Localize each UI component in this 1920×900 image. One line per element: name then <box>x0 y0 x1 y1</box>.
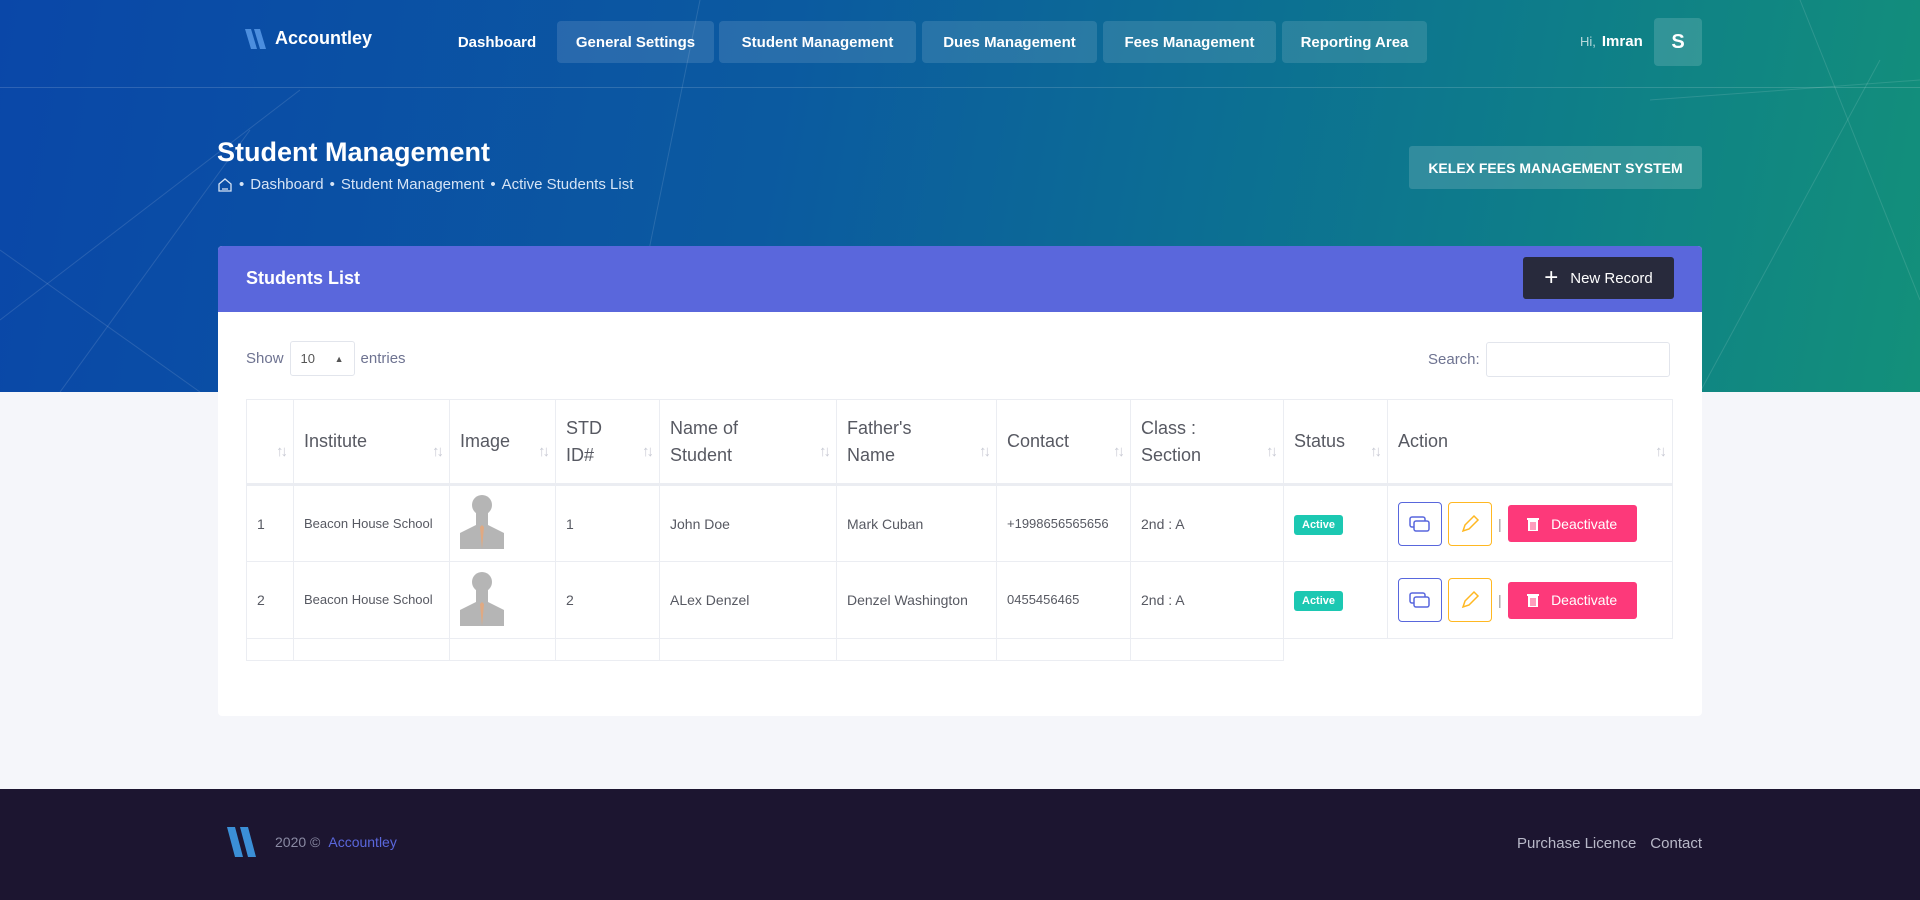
status-badge: Active <box>1294 591 1344 611</box>
edit-button[interactable] <box>1448 578 1492 622</box>
view-button[interactable] <box>1398 578 1442 622</box>
card-title: Students List <box>246 268 361 288</box>
cards-icon <box>1409 592 1430 608</box>
footer-brand-link[interactable]: Accountley <box>328 834 396 850</box>
std-id-cell: 1 <box>555 484 660 562</box>
image-cell <box>449 484 556 562</box>
status-cell: Active <box>1283 561 1388 639</box>
user-avatar[interactable]: S <box>1654 18 1702 66</box>
std-id-cell: 2 <box>555 561 660 639</box>
student-photo <box>460 495 504 549</box>
footer: 2020 © Accountley Purchase Licence Contact <box>0 789 1920 900</box>
student-name-cell: ALex Denzel <box>659 561 837 639</box>
cards-icon <box>1409 515 1430 532</box>
action-cell: | Deactivate <box>1387 484 1673 562</box>
new-record-button[interactable]: + New Record <box>1523 257 1674 299</box>
table-row-empty <box>246 638 1673 661</box>
pencil-icon <box>1461 590 1480 609</box>
col-father[interactable]: Father's Name ↑↓ <box>836 399 997 486</box>
search-area: Search: <box>1428 342 1670 377</box>
col-class[interactable]: Class : Section ↑↓ <box>1130 399 1284 486</box>
students-card: Students List + New Record Show 10 ▲ entri… <box>218 246 1702 716</box>
student-name-cell: John Doe <box>659 484 837 562</box>
image-cell <box>449 561 556 639</box>
contact-cell: 0455456465 <box>996 561 1131 639</box>
col-index[interactable]: ↑↓ <box>246 399 294 486</box>
col-image[interactable]: Image ↑↓ <box>449 399 556 486</box>
trash-icon <box>1527 594 1540 607</box>
system-name-button[interactable]: KELEX FEES MANAGEMENT SYSTEM <box>1409 146 1702 189</box>
breadcrumb-student-management[interactable]: Student Management <box>341 176 484 193</box>
status-cell: Active <box>1283 484 1388 562</box>
view-button[interactable] <box>1398 501 1442 546</box>
nav-dues-management[interactable]: Dues Management <box>922 21 1097 63</box>
footer-logo-icon <box>227 827 256 857</box>
edit-button[interactable] <box>1448 501 1492 546</box>
class-cell: 2nd : A <box>1130 561 1284 639</box>
col-action[interactable]: Action ↑↓ <box>1387 399 1673 486</box>
trash-icon <box>1527 517 1540 531</box>
brand-logo[interactable]: Accountley <box>245 28 372 49</box>
pencil-icon <box>1461 514 1480 532</box>
students-table: ↑↓ Institute ↑↓ Image ↑↓ STD ID# ↑↓ Name of… <box>246 399 1673 661</box>
table-row: 1 Beacon House School 1 John Doe Mark Cu… <box>246 484 1673 562</box>
home-icon[interactable] <box>217 177 233 193</box>
father-name-cell: Mark Cuban <box>836 484 997 562</box>
col-institute[interactable]: Institute ↑↓ <box>293 399 450 486</box>
deactivate-button[interactable]: Deactivate <box>1507 505 1637 542</box>
breadcrumb-active-students: Active Students List <box>501 176 634 193</box>
nav-general-settings[interactable]: General Settings <box>557 21 714 63</box>
breadcrumb-dashboard[interactable]: Dashboard <box>250 176 323 193</box>
nav-dashboard[interactable]: Dashboard <box>440 21 554 63</box>
search-input[interactable] <box>1485 342 1670 377</box>
action-cell: | Deactivate <box>1387 561 1673 639</box>
plus-icon: + <box>1544 264 1559 291</box>
contact-cell: +1998656565656 <box>996 484 1131 562</box>
institute-cell: Beacon House School <box>293 484 450 562</box>
entries-select[interactable]: 10 ▲ <box>289 341 355 376</box>
nav-student-management[interactable]: Student Management <box>719 21 916 63</box>
col-status[interactable]: Status ↑↓ <box>1283 399 1388 486</box>
class-cell: 2nd : A <box>1130 484 1284 562</box>
breadcrumb: • Dashboard • Student Management • Active S… <box>217 176 633 193</box>
nav-fees-management[interactable]: Fees Management <box>1103 21 1276 63</box>
father-name-cell: Denzel Washington <box>836 561 997 639</box>
purchase-licence-link[interactable]: Purchase Licence <box>1517 835 1636 852</box>
user-greeting: Hi, Imran <box>1580 33 1643 50</box>
table-row: 2 Beacon House School 2 ALex Denzel Denz… <box>246 561 1673 639</box>
page-title: Student Management <box>217 137 491 167</box>
brand-name: Accountley <box>275 28 373 48</box>
col-contact[interactable]: Contact ↑↓ <box>996 399 1131 486</box>
student-photo <box>460 571 504 626</box>
contact-link[interactable]: Contact <box>1650 835 1702 852</box>
row-index: 2 <box>246 561 294 639</box>
col-name[interactable]: Name of Student ↑↓ <box>659 399 837 486</box>
status-badge: Active <box>1294 514 1344 535</box>
col-std-id[interactable]: STD ID# ↑↓ <box>555 399 660 486</box>
table-header-row: ↑↓ Institute ↑↓ Image ↑↓ STD ID# ↑↓ Name of… <box>246 399 1673 486</box>
select-arrows-icon: ▲ <box>334 353 344 364</box>
row-index: 1 <box>246 484 294 562</box>
deactivate-button[interactable]: Deactivate <box>1507 581 1637 619</box>
entries-length: Show 10 ▲ entries <box>246 341 406 376</box>
institute-cell: Beacon House School <box>293 561 450 639</box>
header-divider <box>0 87 1920 88</box>
nav-reporting-area[interactable]: Reporting Area <box>1282 21 1427 63</box>
footer-brand: 2020 © Accountley <box>227 827 397 857</box>
card-header: Students List + New Record <box>218 246 1702 312</box>
logo-icon <box>245 28 266 49</box>
